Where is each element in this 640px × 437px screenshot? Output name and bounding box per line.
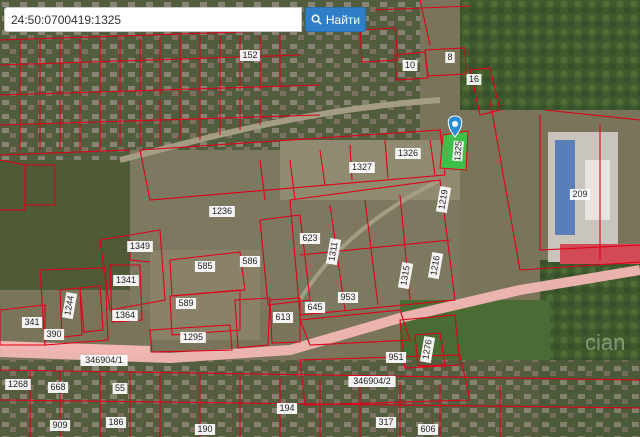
plot-label-text: 586 — [242, 256, 257, 266]
plot-label: 953 — [337, 292, 359, 303]
plot-label: 951 — [385, 352, 407, 363]
plot-label: 645 — [304, 302, 326, 313]
plot-label: 1349 — [127, 241, 153, 252]
plot-label-text: 346904/2 — [353, 376, 391, 386]
search-button-label: Найти — [325, 12, 361, 27]
plot-label: 589 — [175, 298, 197, 309]
plot-label-text: 613 — [275, 312, 290, 322]
plot-label: 1268 — [5, 379, 31, 390]
plot-label-text: 341 — [24, 317, 39, 327]
plot-label-text: 909 — [52, 420, 67, 430]
plot-label-text: 668 — [50, 382, 65, 392]
plot-label-text: 585 — [197, 261, 212, 271]
plot-label-text: 16 — [469, 74, 479, 84]
plot-label-text: 645 — [307, 302, 322, 312]
plot-label: 1327 — [349, 162, 375, 173]
search-field[interactable] — [4, 7, 302, 32]
plot-label-text: 190 — [197, 424, 212, 434]
selected-parcel-label: 1325 — [452, 141, 464, 162]
plot-label-text: 951 — [388, 352, 403, 362]
plot-label: 668 — [47, 382, 69, 393]
plot-label: 586 — [239, 256, 261, 267]
plot-label: 194 — [276, 403, 298, 414]
plot-label: 55 — [112, 383, 128, 394]
plot-label-text: 1327 — [352, 162, 372, 172]
plot-label-text: 1268 — [8, 379, 28, 389]
plot-label-text: 8 — [447, 52, 452, 62]
plot-label-text: 1364 — [115, 310, 135, 320]
selected-parcel[interactable]: 1325 — [439, 130, 469, 171]
plot-label: 1236 — [209, 206, 235, 217]
plot-label-text: 209 — [572, 189, 587, 199]
plot-label: 390 — [43, 329, 65, 340]
plot-label-text: 186 — [108, 417, 123, 427]
plot-label-text: 1326 — [398, 148, 418, 158]
plot-label: 346904/2 — [348, 376, 396, 387]
plot-label: 909 — [49, 420, 71, 431]
plot-label: 623 — [299, 233, 321, 244]
plot-label: 1364 — [112, 310, 138, 321]
plot-label-text: 1295 — [183, 332, 203, 342]
watermark: cian — [585, 330, 625, 355]
plot-label: 10 — [402, 60, 418, 71]
plot-label-text: 1341 — [116, 275, 136, 285]
plot-label: 346904/1 — [80, 355, 128, 366]
plot-label-text: 346904/1 — [85, 355, 123, 365]
plot-label: 585 — [194, 261, 216, 272]
plot-label: 341 — [21, 317, 43, 328]
plot-label-text: 1349 — [130, 241, 150, 251]
plot-label-text: 152 — [242, 50, 257, 60]
plot-label-text: 953 — [340, 292, 355, 302]
search-input[interactable] — [5, 8, 301, 31]
plot-label: 16 — [466, 74, 482, 85]
plot-label-text: 390 — [46, 329, 61, 339]
plot-label-text: 1236 — [212, 206, 232, 216]
plot-label: 186 — [105, 417, 127, 428]
plot-label-text: 623 — [302, 233, 317, 243]
plot-label: 190 — [194, 424, 216, 435]
plot-label-text: 194 — [279, 403, 294, 413]
plot-label-text: 55 — [115, 383, 125, 393]
plot-label: 1295 — [180, 332, 206, 343]
plot-label: 152 — [239, 50, 261, 61]
plot-label: 8 — [445, 52, 455, 63]
plot-label: 209 — [569, 189, 591, 200]
plot-label: 1341 — [113, 275, 139, 286]
plot-label: 1326 — [395, 148, 421, 159]
plot-label-text: 10 — [405, 60, 415, 70]
cadastral-map[interactable]: 1325 10816152209123613261327121913491341… — [0, 0, 640, 437]
search-icon — [311, 14, 322, 25]
plot-label: 606 — [417, 424, 439, 435]
plot-label: 613 — [272, 312, 294, 323]
plot-label-text: 317 — [378, 417, 393, 427]
search-button[interactable]: Найти — [305, 7, 366, 32]
plot-label-text: 606 — [420, 424, 435, 434]
plot-label-text: 589 — [178, 298, 193, 308]
plot-label: 317 — [375, 417, 397, 428]
